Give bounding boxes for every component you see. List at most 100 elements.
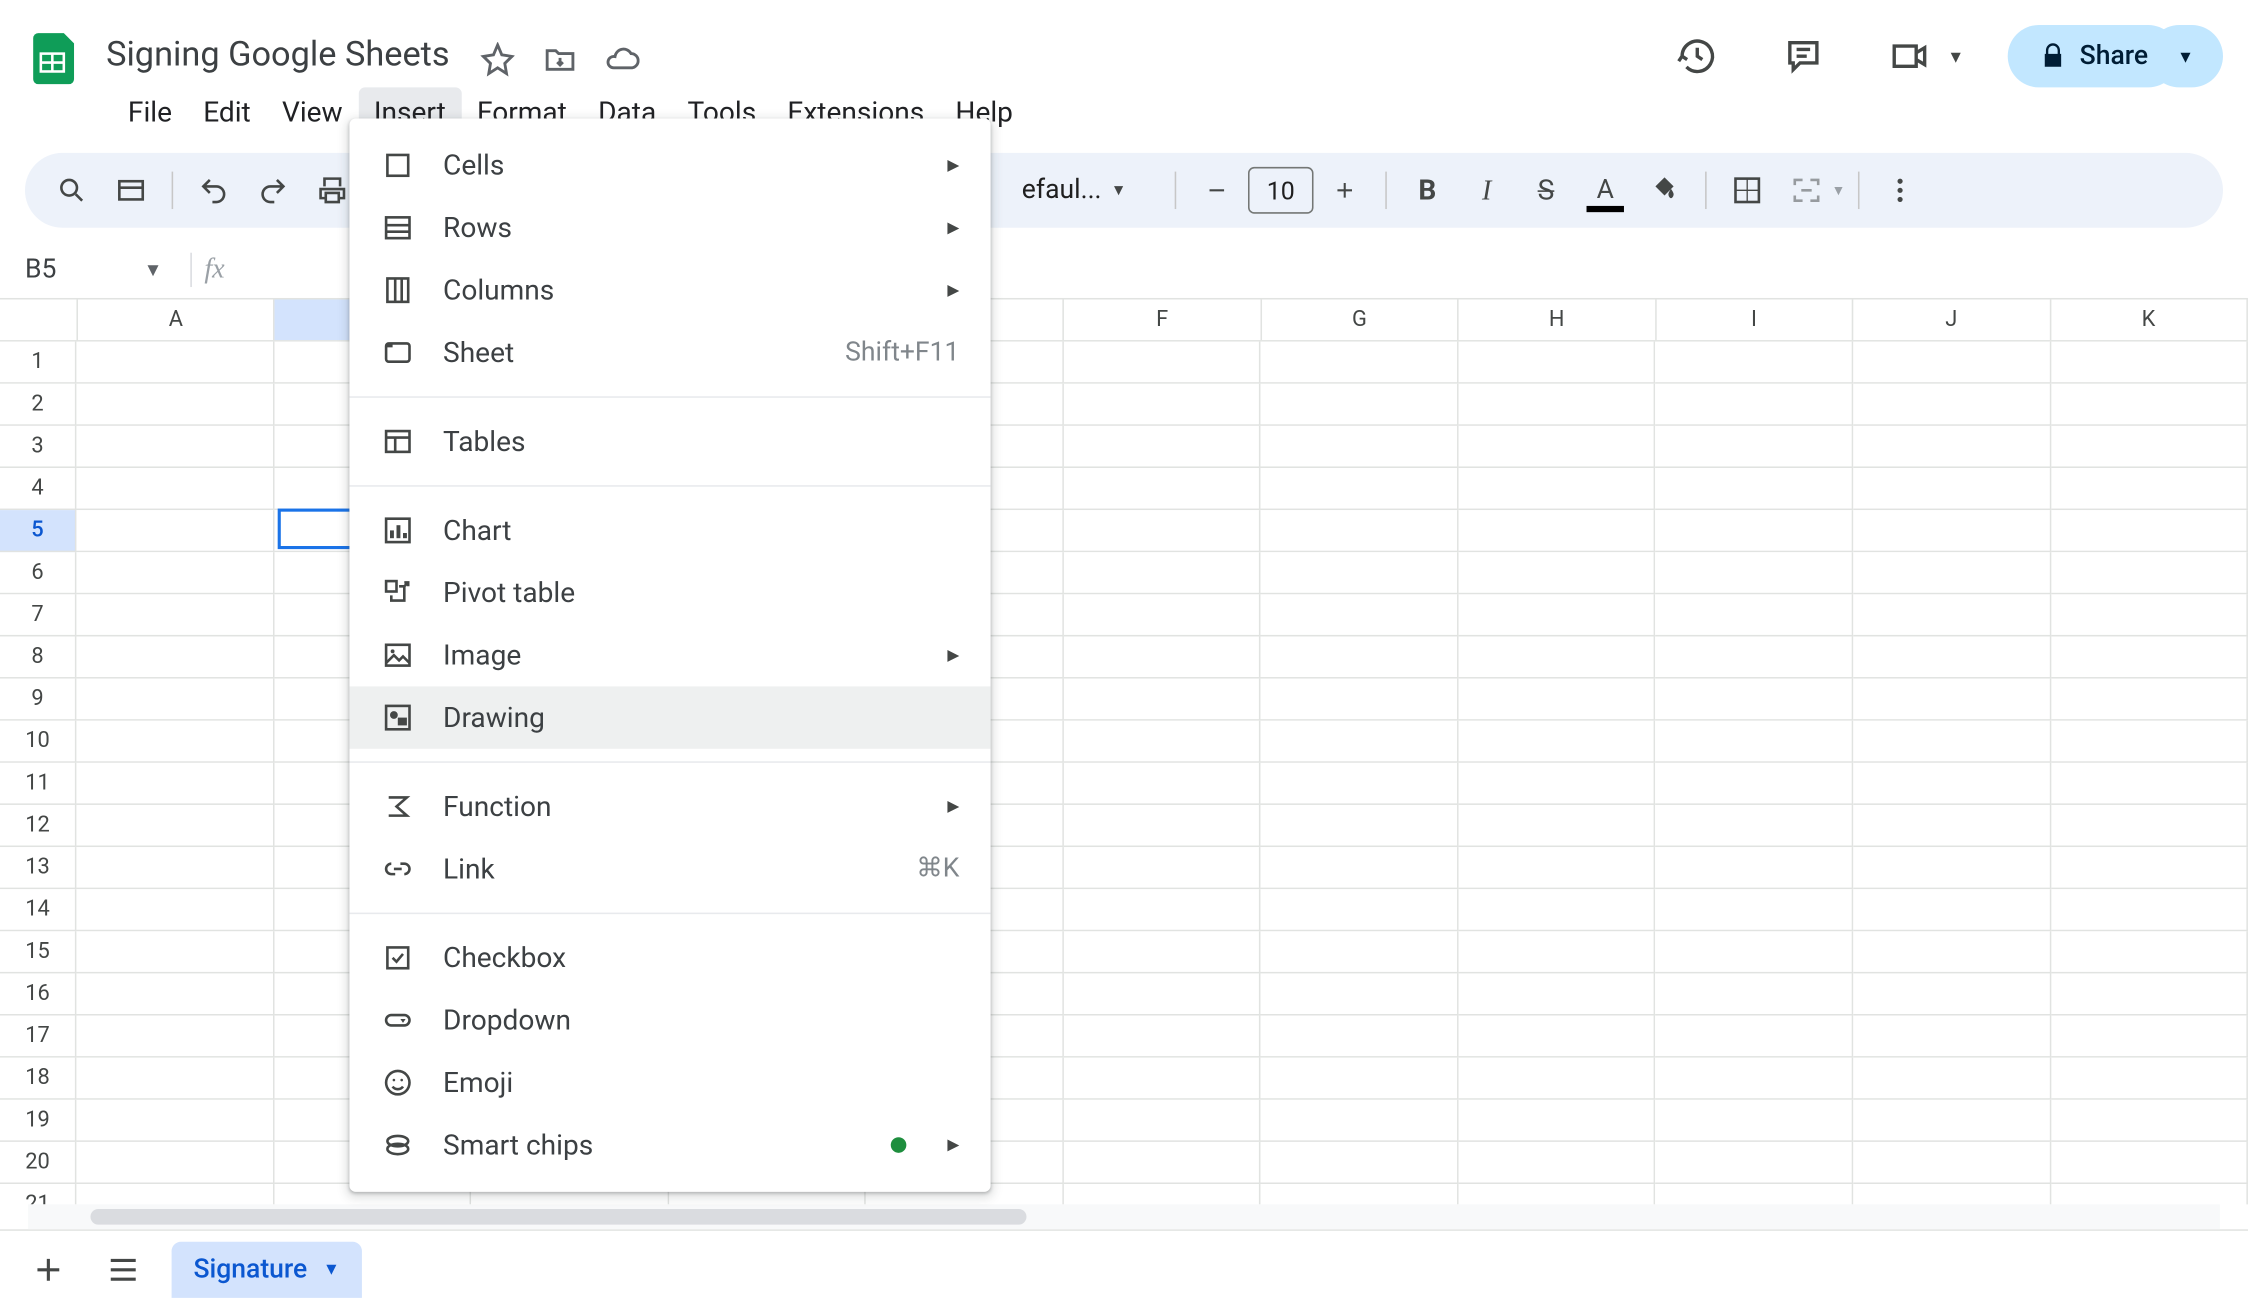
cell[interactable] [1064,426,1261,468]
italic-icon[interactable]: I [1459,162,1515,218]
cell[interactable] [1064,973,1261,1015]
bold-icon[interactable]: B [1399,162,1455,218]
cell[interactable] [2051,468,2248,510]
cell[interactable] [1853,721,2050,763]
font-size-input[interactable]: 10 [1248,167,1314,214]
menu-item-emoji[interactable]: Emoji [349,1051,990,1113]
cell[interactable] [1656,1184,1853,1204]
menu-item-columns[interactable]: Columns▶ [349,259,990,321]
cell[interactable] [1458,552,1655,594]
cell[interactable] [1656,805,1853,847]
row-header[interactable]: 3 [0,426,77,468]
cell[interactable] [1458,594,1655,636]
cell[interactable] [1853,805,2050,847]
move-icon[interactable] [543,42,577,76]
cell[interactable] [2051,847,2248,889]
cell[interactable] [77,931,274,973]
column-header[interactable]: J [1853,300,2050,341]
row-header[interactable]: 2 [0,384,77,426]
cell[interactable] [1656,1016,1853,1058]
cell[interactable] [1458,426,1655,468]
cell[interactable] [1064,1142,1261,1184]
cell[interactable] [1853,763,2050,805]
row-header[interactable]: 11 [0,763,77,805]
cell[interactable] [77,679,274,721]
column-header[interactable]: A [78,300,275,341]
cell[interactable] [1656,721,1853,763]
menu-view[interactable]: View [266,87,358,138]
cell[interactable] [1458,721,1655,763]
cell[interactable] [1064,847,1261,889]
cell[interactable] [1853,1142,2050,1184]
menu-item-chart[interactable]: Chart [349,499,990,561]
cell[interactable] [77,426,274,468]
row-header[interactable]: 7 [0,594,77,636]
cell[interactable] [1261,805,1458,847]
cell[interactable] [1458,1184,1655,1204]
search-menus-icon[interactable] [44,162,100,218]
cell[interactable] [2051,931,2248,973]
cell[interactable] [1853,847,2050,889]
row-header[interactable]: 12 [0,805,77,847]
cell[interactable] [1853,679,2050,721]
row-header[interactable]: 18 [0,1058,77,1100]
cell[interactable] [1064,1100,1261,1142]
cell[interactable] [1656,679,1853,721]
history-icon[interactable] [1666,25,1728,87]
cell[interactable] [1064,552,1261,594]
cell[interactable] [1261,931,1458,973]
cell[interactable] [1064,1016,1261,1058]
row-header[interactable]: 20 [0,1142,77,1184]
row-header[interactable]: 1 [0,342,77,384]
cell[interactable] [1261,763,1458,805]
cell[interactable] [1261,468,1458,510]
cell[interactable] [77,1184,274,1204]
comments-icon[interactable] [1773,25,1835,87]
cell[interactable] [1064,342,1261,384]
select-all-corner[interactable] [0,300,78,342]
cell[interactable] [1853,342,2050,384]
sheets-app-icon[interactable] [25,25,87,87]
insert-rows-icon[interactable] [103,162,159,218]
cell[interactable] [1458,973,1655,1015]
cell[interactable] [1853,1058,2050,1100]
row-header[interactable]: 15 [0,931,77,973]
cell[interactable] [1261,1058,1458,1100]
cell[interactable] [1458,847,1655,889]
cell[interactable] [2051,594,2248,636]
name-box[interactable]: B5 ▼ [9,253,177,284]
chevron-down-icon[interactable]: ▼ [1947,46,1964,66]
cell[interactable] [1064,636,1261,678]
cell[interactable] [2051,679,2248,721]
row-header[interactable]: 5 [0,510,77,552]
font-family-select[interactable]: efaul...▼ [1022,175,1162,206]
cell[interactable] [2051,426,2248,468]
cell[interactable] [2051,510,2248,552]
cell[interactable] [1064,1058,1261,1100]
cell[interactable] [1064,510,1261,552]
cell[interactable] [1064,721,1261,763]
cell[interactable] [2051,636,2248,678]
cell[interactable] [1064,384,1261,426]
text-color-icon[interactable]: A [1577,162,1633,218]
menu-item-pivot-table[interactable]: Pivot table [349,562,990,624]
row-header[interactable]: 17 [0,1016,77,1058]
cell[interactable] [77,1016,274,1058]
cell[interactable] [1853,931,2050,973]
cell[interactable] [1853,1016,2050,1058]
horizontal-scrollbar[interactable] [28,1204,2220,1229]
row-header[interactable]: 13 [0,847,77,889]
cell[interactable] [1064,1184,1261,1204]
undo-icon[interactable] [186,162,242,218]
cell[interactable] [1656,636,1853,678]
cell[interactable] [1458,636,1655,678]
cell[interactable] [1261,510,1458,552]
cell[interactable] [2051,1016,2248,1058]
cell[interactable] [1458,1142,1655,1184]
cell[interactable] [1261,552,1458,594]
cell[interactable] [2051,552,2248,594]
cell[interactable] [77,805,274,847]
cell[interactable] [77,342,274,384]
row-header[interactable]: 6 [0,552,77,594]
cell[interactable] [1261,342,1458,384]
